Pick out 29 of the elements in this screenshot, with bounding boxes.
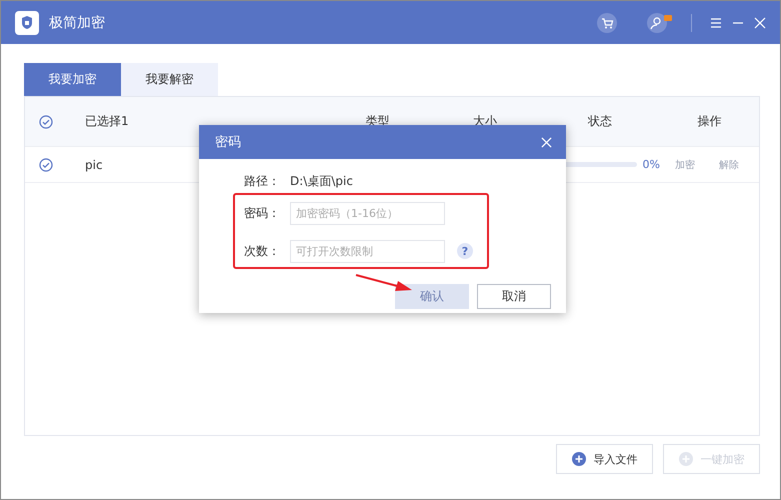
close-icon[interactable] — [541, 136, 552, 148]
progress-percent: 0% — [642, 158, 660, 171]
tab[interactable]: 我要加密 — [24, 63, 121, 96]
file-name: pic — [85, 158, 104, 172]
checkbox[interactable] — [39, 114, 53, 128]
checkbox[interactable] — [39, 158, 53, 172]
help-icon[interactable]: ? — [457, 243, 473, 259]
close-icon[interactable] — [754, 16, 766, 28]
pointer-arrow — [355, 273, 413, 293]
column-header: 已选择1 — [85, 113, 130, 130]
plus-icon — [678, 452, 692, 466]
user-icon[interactable] — [647, 12, 673, 32]
field-label: 密码： — [244, 204, 281, 222]
cart-icon[interactable] — [597, 12, 617, 32]
column-header: 操作 — [698, 113, 722, 130]
dialog-title: 密码 — [215, 134, 241, 151]
cancel-button[interactable]: 取消 — [477, 284, 551, 309]
field-label: 次数： — [244, 242, 281, 260]
column-header: 状态 — [588, 113, 612, 130]
window-title: 极简加密 — [49, 14, 106, 32]
field-label: 路径： — [244, 173, 281, 190]
plus-icon — [572, 452, 586, 466]
path-value: D:\桌面\pic — [290, 173, 353, 190]
tab[interactable]: 我要解密 — [121, 63, 218, 96]
input-field[interactable]: 加密密码（1-16位） — [290, 202, 445, 224]
footer-button[interactable]: 导入文件 — [556, 444, 653, 474]
input-field[interactable]: 可打开次数限制 — [290, 240, 445, 262]
lock-shield-icon — [15, 10, 39, 34]
menu-icon[interactable] — [710, 16, 722, 28]
